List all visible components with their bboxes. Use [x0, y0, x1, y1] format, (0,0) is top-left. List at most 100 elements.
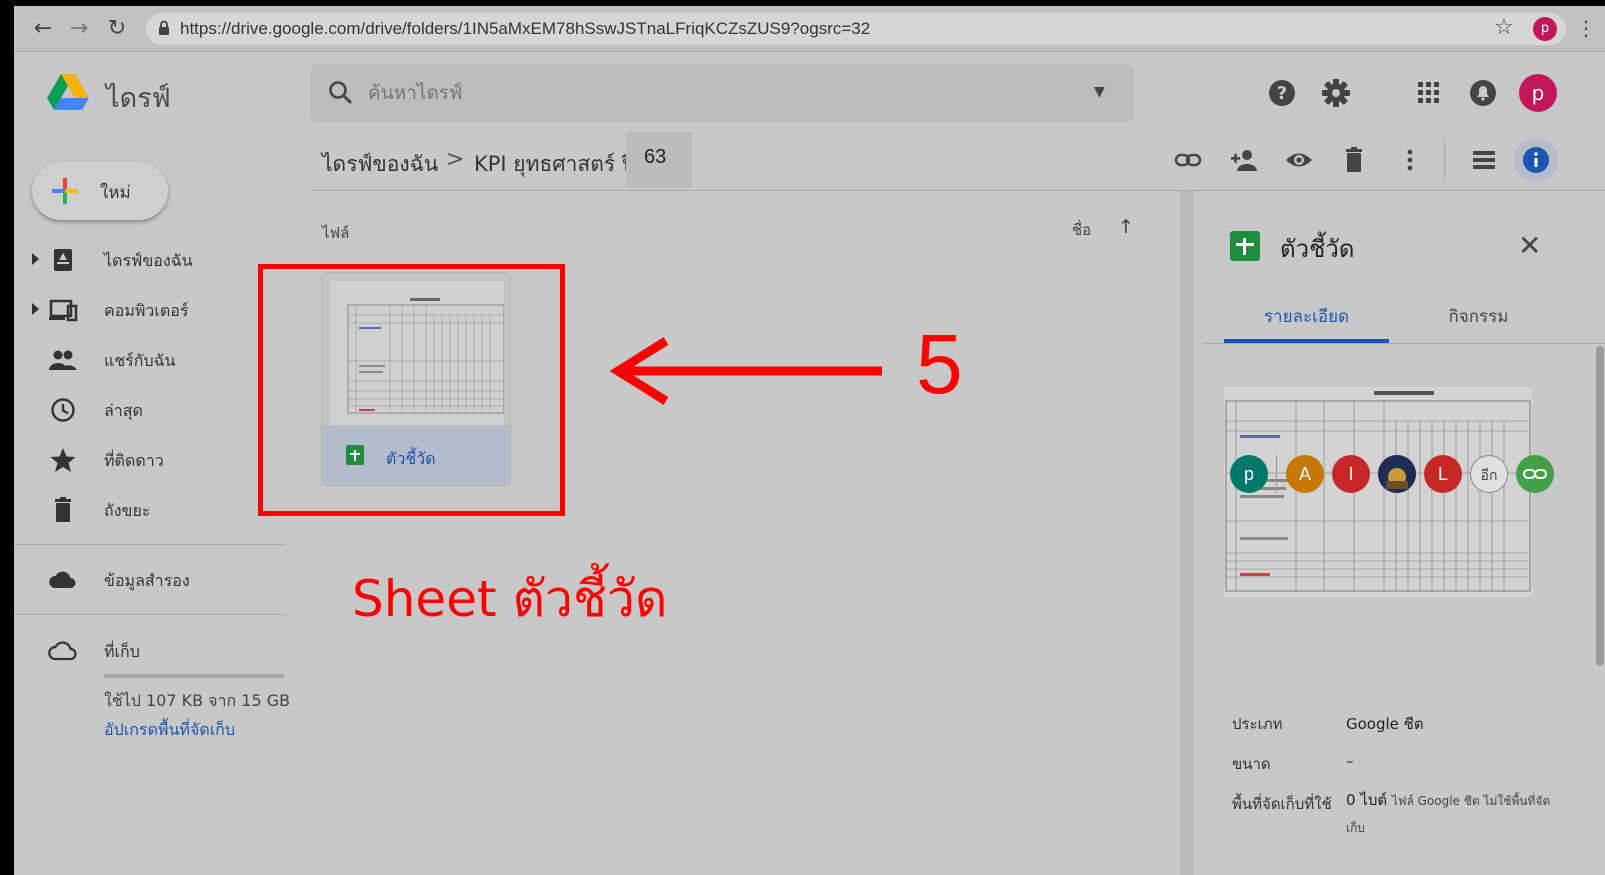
remove-trash-icon[interactable] — [1340, 146, 1368, 174]
prop-storage-bytes: 0 ไบต์ — [1346, 791, 1388, 809]
details-scrollbar[interactable] — [1596, 346, 1604, 666]
expand-caret-icon[interactable] — [32, 253, 39, 265]
sidebar-item-storage[interactable]: ที่เก็บ — [14, 631, 284, 671]
sidebar-item-my-drive[interactable]: ไดรฟ์ของฉัน — [14, 240, 284, 280]
prop-size-label: ขนาด — [1232, 755, 1271, 773]
new-button[interactable]: ใหม่ — [32, 162, 168, 220]
close-panel-icon[interactable]: ✕ — [1518, 229, 1541, 262]
prop-size-value: – — [1346, 752, 1354, 770]
storage-progress-bar — [104, 674, 284, 678]
search-options-icon[interactable]: ▼ — [1094, 84, 1105, 100]
trash-icon — [55, 497, 71, 522]
prop-type-label: ประเภท — [1232, 715, 1283, 733]
avatar-separator — [1276, 455, 1277, 493]
expand-caret-icon[interactable] — [32, 303, 39, 315]
forward-icon[interactable]: → — [66, 16, 92, 42]
apps-grid-icon[interactable] — [1414, 78, 1444, 108]
link-icon — [1523, 469, 1547, 479]
sidebar-item-label: ที่ติดดาว — [104, 451, 164, 470]
reload-icon[interactable]: ↻ — [104, 16, 130, 42]
sidebar-item-trash[interactable]: ถังขยะ — [14, 490, 284, 530]
sidebar-divider — [14, 614, 284, 615]
address-bar[interactable]: https://drive.google.com/drive/folders/1… — [146, 13, 1566, 45]
preview-eye-icon[interactable] — [1285, 146, 1313, 174]
link-sharing-button[interactable] — [1516, 455, 1554, 493]
info-icon — [1523, 147, 1549, 173]
computers-icon — [49, 299, 78, 322]
sidebar-divider — [14, 544, 284, 545]
sort-direction-icon[interactable]: ↑ — [1118, 216, 1134, 238]
storage-used-text: ใช้ไป 107 KB จาก 15 GB — [104, 691, 291, 710]
plus-icon — [52, 178, 78, 204]
tabs-divider — [1204, 343, 1605, 344]
google-sheets-icon — [1230, 231, 1260, 261]
search-box[interactable]: ▼ — [310, 64, 1134, 122]
breadcrumb-my-drive[interactable]: ไดรฟ์ของฉัน — [322, 148, 438, 181]
highlight-box — [258, 264, 565, 516]
more-actions-icon[interactable] — [1396, 146, 1424, 174]
browser-window: ← → ↻ https://drive.google.com/drive/fol… — [14, 6, 1605, 875]
sidebar-item-starred[interactable]: ที่ติดดาว — [14, 440, 284, 480]
sidebar-item-label: ถังขยะ — [104, 501, 151, 520]
breadcrumb-suffix-text: 63 — [644, 146, 667, 168]
sidebar-item-backups[interactable]: ข้อมูลสำรอง — [14, 560, 284, 600]
sidebar-item-shared[interactable]: แชร์กับฉัน — [14, 340, 284, 380]
settings-gear-icon[interactable] — [1321, 78, 1351, 108]
breadcrumb-current-folder[interactable]: KPI ยุทธศาสตร์ ปี — [474, 148, 635, 181]
prop-storage-value: 0 ไบต์ ไฟล์ Google ชีต ไม่ใช้พื้นที่จัดเ… — [1346, 787, 1556, 841]
notifications-bell-icon[interactable] — [1468, 78, 1498, 108]
cloud-icon — [49, 571, 76, 588]
prop-storage-label: พื้นที่จัดเก็บที่ใช้ — [1232, 795, 1332, 813]
shared-user-avatar[interactable]: A — [1286, 455, 1324, 493]
browser-menu-icon[interactable]: ⋮ — [1576, 16, 1596, 40]
sidebar-item-recent[interactable]: ล่าสุด — [14, 390, 284, 430]
more-shared-users-button[interactable]: อีก — [1470, 455, 1508, 493]
browser-toolbar: ← → ↻ https://drive.google.com/drive/fol… — [14, 6, 1605, 52]
tab-activity[interactable]: กิจกรรม — [1396, 303, 1561, 343]
url-text: https://drive.google.com/drive/folders/1… — [180, 19, 871, 38]
annotation-step-number: 5 — [916, 317, 963, 411]
breadcrumb-folder-suffix[interactable]: 63 — [626, 132, 692, 188]
shared-user-avatar[interactable]: L — [1424, 455, 1462, 493]
annotation-arrow-left-icon — [609, 337, 882, 405]
cloud-outline-icon — [48, 641, 77, 661]
help-icon[interactable]: ? — [1267, 78, 1297, 108]
view-details-button[interactable] — [1514, 138, 1558, 182]
sidebar-item-label: ข้อมูลสำรอง — [104, 571, 190, 590]
sidebar-item-label: ล่าสุด — [104, 401, 143, 420]
bookmark-star-icon[interactable]: ☆ — [1494, 15, 1514, 40]
prop-type-value: Google ชีต — [1346, 715, 1424, 733]
files-section-heading: ไฟล์ — [322, 224, 350, 242]
upgrade-storage-link[interactable]: อัปเกรดพื้นที่จัดเก็บ — [104, 718, 235, 743]
shared-user-photo-avatar[interactable] — [1378, 455, 1416, 493]
browser-profile-avatar[interactable]: p — [1533, 17, 1557, 41]
search-icon[interactable] — [328, 80, 354, 106]
new-button-label: ใหม่ — [100, 183, 131, 203]
my-drive-icon — [54, 249, 72, 271]
details-title: ตัวชี้วัด — [1280, 235, 1355, 263]
sidebar-item-label: คอมพิวเตอร์ — [104, 301, 189, 320]
share-add-person-icon[interactable] — [1230, 146, 1258, 174]
sidebar-item-label: ไดรฟ์ของฉัน — [104, 251, 193, 270]
user-photo-image — [1378, 455, 1416, 493]
sort-by-name-button[interactable]: ชื่อ — [1072, 218, 1091, 242]
annotation-caption: Sheet ตัวชี้วัด — [352, 570, 668, 628]
clock-icon — [51, 398, 75, 422]
sidebar-item-label: แชร์กับฉัน — [104, 351, 176, 370]
star-icon — [50, 448, 76, 472]
drive-logo-icon — [47, 74, 89, 110]
screenshot-frame: ← → ↻ https://drive.google.com/drive/fol… — [0, 0, 1605, 875]
account-avatar[interactable]: p — [1519, 74, 1557, 112]
back-icon[interactable]: ← — [30, 16, 56, 42]
search-input[interactable] — [368, 78, 1068, 108]
get-link-icon[interactable] — [1174, 146, 1202, 174]
shared-user-avatar[interactable]: I — [1332, 455, 1370, 493]
shared-user-avatar[interactable]: p — [1230, 455, 1268, 493]
sidebar-item-computers[interactable]: คอมพิวเตอร์ — [14, 290, 284, 330]
shared-people-icon — [49, 350, 77, 370]
tab-details[interactable]: รายละเอียด — [1224, 303, 1389, 343]
list-view-icon[interactable] — [1470, 146, 1498, 174]
lock-icon — [159, 20, 169, 35]
sidebar-item-label: ที่เก็บ — [104, 642, 140, 661]
breadcrumb-separator: > — [446, 147, 465, 172]
